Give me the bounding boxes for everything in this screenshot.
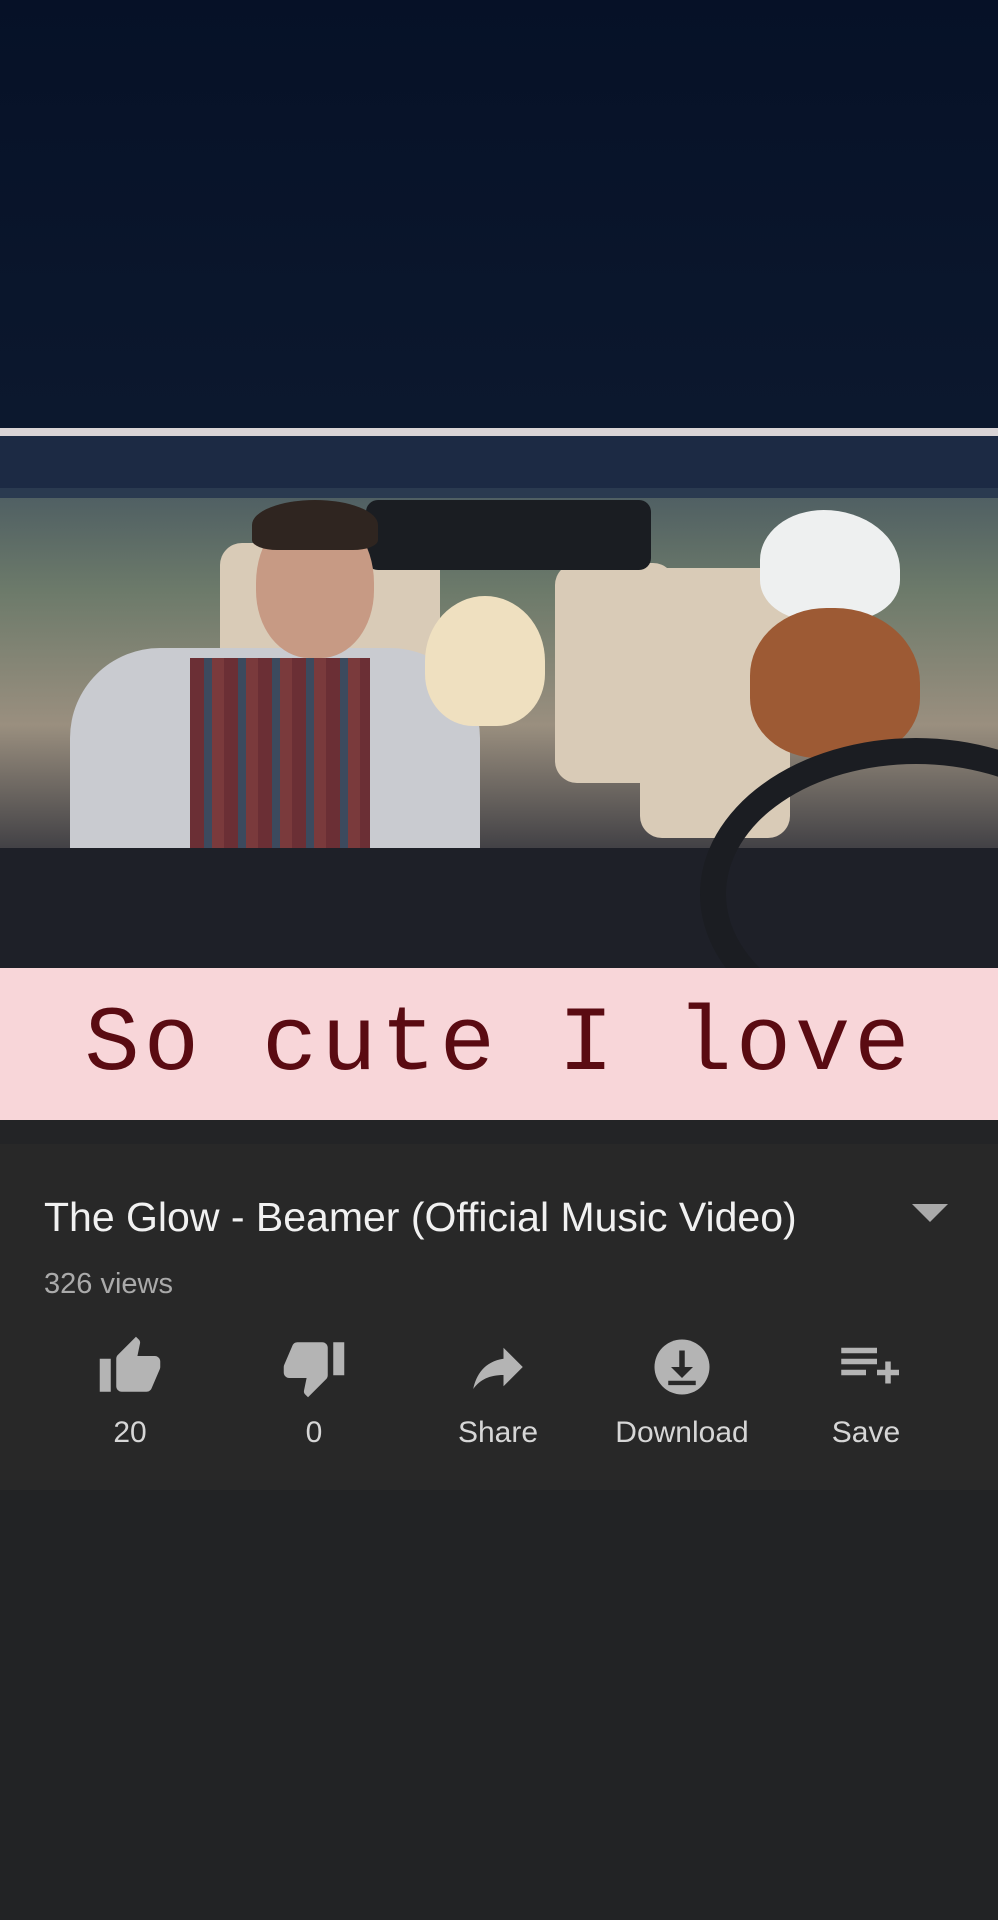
video-frame-hair: [252, 500, 378, 550]
dislike-count: 0: [305, 1416, 323, 1449]
video-info-panel: The Glow - Beamer (Official Music Video)…: [0, 1144, 998, 1490]
share-button[interactable]: Share: [408, 1334, 588, 1450]
thumbs-up-icon: [99, 1336, 161, 1392]
download-button[interactable]: Download: [592, 1334, 772, 1450]
like-button[interactable]: 20: [40, 1334, 220, 1450]
dislike-button[interactable]: 0: [224, 1334, 404, 1450]
video-player[interactable]: [0, 428, 998, 968]
caption-text: So cute I love: [84, 991, 914, 1097]
video-frame-dog: [750, 608, 920, 758]
save-label: Save: [831, 1416, 901, 1449]
save-button[interactable]: Save: [776, 1334, 956, 1450]
action-bar: 20 0 Share Download Save: [0, 1334, 998, 1474]
top-empty-area: [0, 0, 998, 428]
video-frame-mirror: [366, 500, 651, 570]
bottom-empty-area: [0, 1490, 998, 1920]
video-frame-dog: [760, 510, 900, 620]
video-frame-windshield: [0, 428, 998, 498]
video-frame-shirt: [190, 658, 370, 868]
video-title[interactable]: The Glow - Beamer (Official Music Video): [44, 1194, 864, 1241]
like-count: 20: [113, 1416, 147, 1449]
view-count: 326 views: [44, 1268, 173, 1300]
download-label: Download: [615, 1416, 749, 1449]
share-label: Share: [457, 1416, 539, 1449]
thumbs-down-icon: [283, 1342, 345, 1398]
video-frame-dog: [425, 596, 545, 726]
share-icon: [473, 1347, 523, 1389]
save-playlist-icon: [841, 1347, 899, 1384]
divider: [0, 1120, 998, 1146]
caption-banner: So cute I love: [0, 968, 998, 1120]
expand-description-icon[interactable]: [912, 1204, 948, 1222]
download-icon: [654, 1339, 710, 1395]
